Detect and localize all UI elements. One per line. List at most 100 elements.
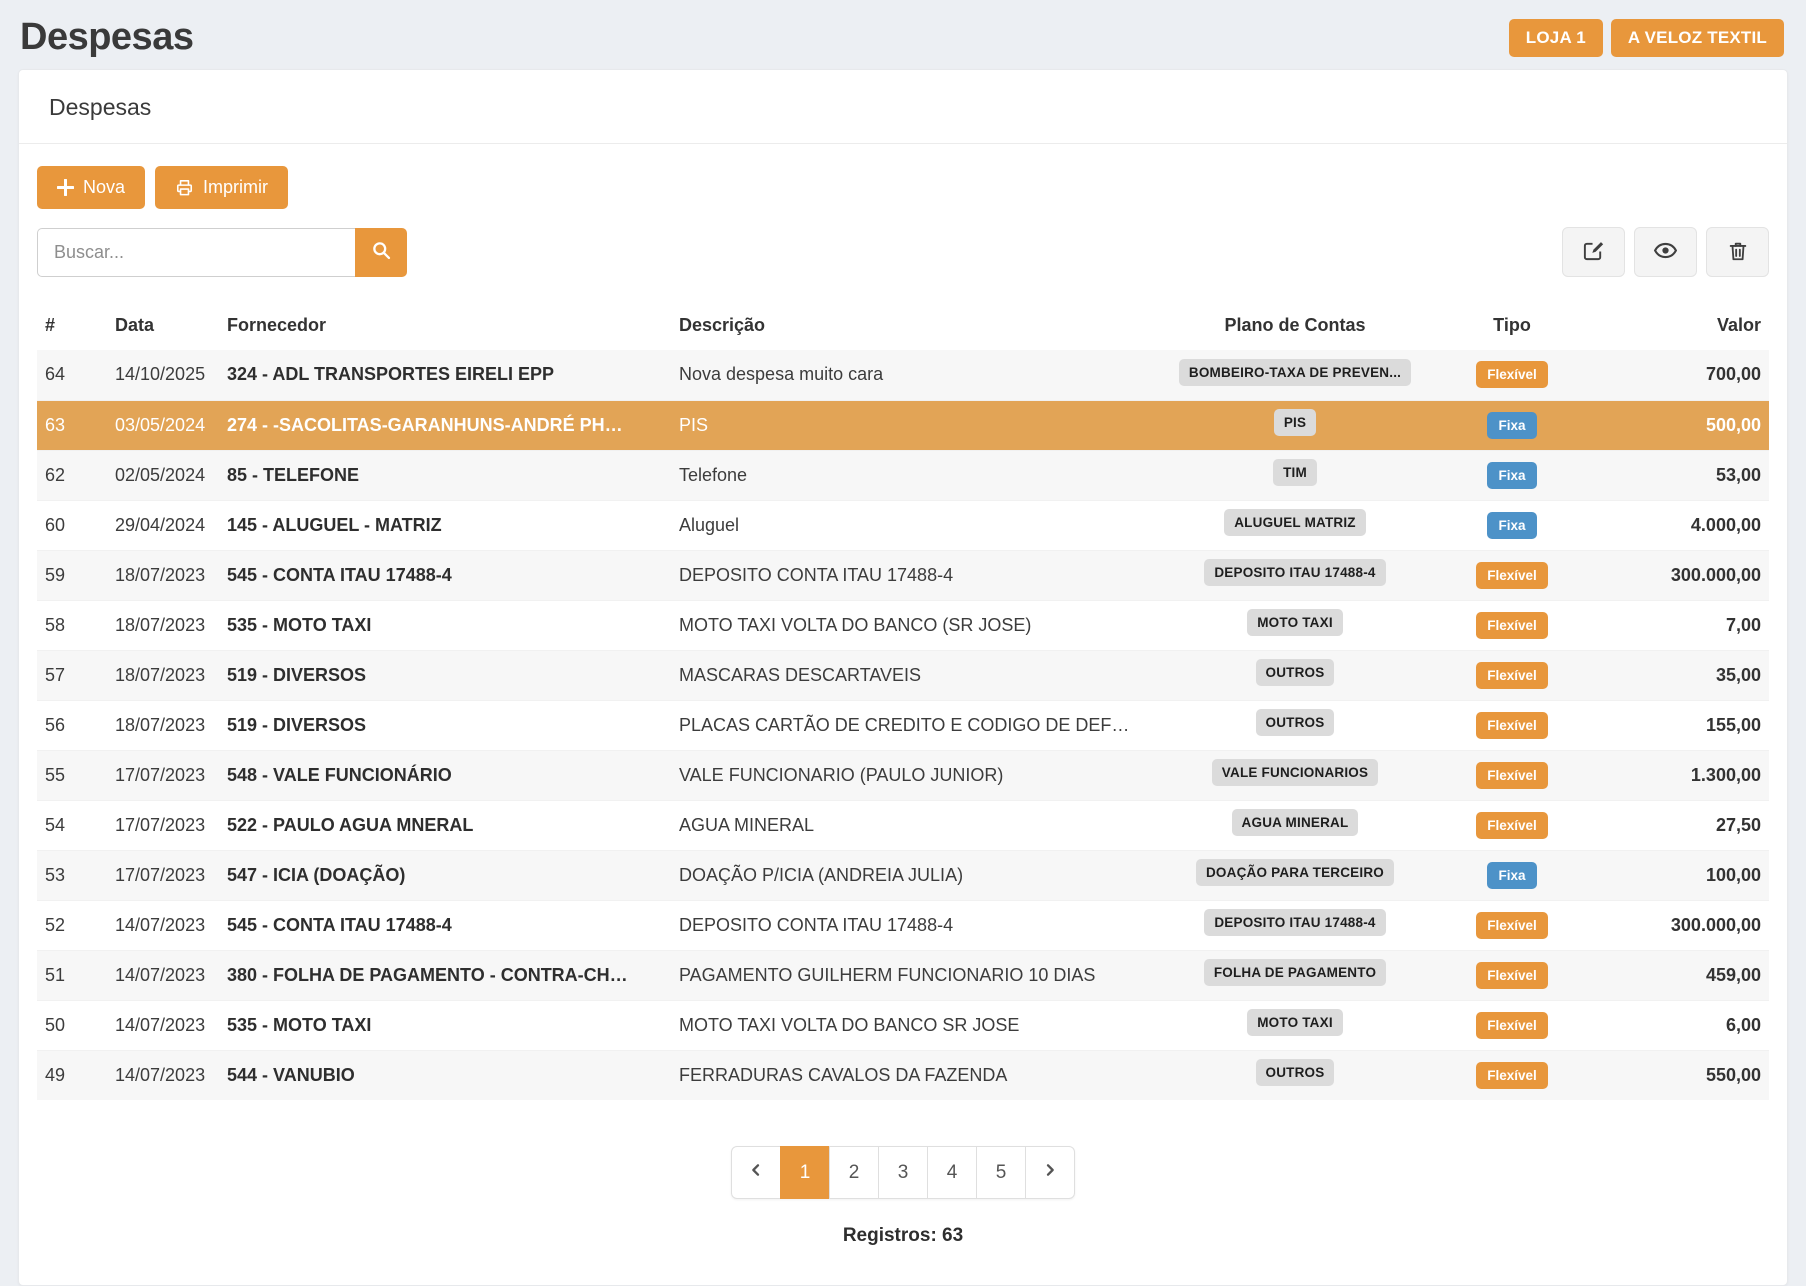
cell-id: 55 [37,750,107,800]
cell-tipo: Fixa [1441,850,1583,900]
table-row[interactable]: 5718/07/2023519 - DIVERSOSMASCARAS DESCA… [37,650,1769,700]
table-row[interactable]: 5517/07/2023548 - VALE FUNCIONÁRIOVALE F… [37,750,1769,800]
cell-tipo: Fixa [1441,450,1583,500]
cell-valor: 100,00 [1583,850,1769,900]
table-row[interactable]: 5918/07/2023545 - CONTA ITAU 17488-4DEPO… [37,550,1769,600]
table-row[interactable]: 5818/07/2023535 - MOTO TAXIMOTO TAXI VOL… [37,600,1769,650]
plano-de-contas-badge: DOAÇÃO PARA TERCEIRO [1196,859,1394,886]
table-row[interactable]: 5114/07/2023380 - FOLHA DE PAGAMENTO - C… [37,950,1769,1000]
pagination-prev-button[interactable] [731,1146,781,1199]
table-row[interactable]: 6202/05/202485 - TELEFONETelefoneTIMFixa… [37,450,1769,500]
nova-button[interactable]: Nova [37,166,145,209]
cell-tipo: Fixa [1441,500,1583,550]
cell-valor: 53,00 [1583,450,1769,500]
cell-fornecedor: 535 - MOTO TAXI [219,1000,671,1050]
plano-de-contas-badge: FOLHA DE PAGAMENTO [1204,959,1386,986]
pagination-page-5[interactable]: 5 [976,1146,1026,1199]
table-row[interactable]: 6029/04/2024145 - ALUGUEL - MATRIZAlugue… [37,500,1769,550]
cell-data: 02/05/2024 [107,450,219,500]
pagination-page-3[interactable]: 3 [878,1146,928,1199]
tipo-badge: Fixa [1487,462,1536,489]
cell-tipo: Flexível [1441,350,1583,400]
table-row[interactable]: 4914/07/2023544 - VANUBIOFERRADURAS CAVA… [37,1050,1769,1100]
cell-descricao: FERRADURAS CAVALOS DA FAZENDA [671,1050,1149,1100]
imprimir-button-label: Imprimir [203,177,268,198]
search-input[interactable] [37,228,355,277]
pagination-next-button[interactable] [1025,1146,1075,1199]
cell-fornecedor: 545 - CONTA ITAU 17488-4 [219,550,671,600]
cell-valor: 300.000,00 [1583,900,1769,950]
pagination-page-4[interactable]: 4 [927,1146,977,1199]
pagination-page-2[interactable]: 2 [829,1146,879,1199]
cell-fornecedor: 535 - MOTO TAXI [219,600,671,650]
cell-valor: 1.300,00 [1583,750,1769,800]
cell-id: 54 [37,800,107,850]
cell-plano: DOAÇÃO PARA TERCEIRO [1149,850,1441,900]
cell-descricao: DOAÇÃO P/ICIA (ANDREIA JULIA) [671,850,1149,900]
cell-valor: 300.000,00 [1583,550,1769,600]
table-row[interactable]: 6414/10/2025324 - ADL TRANSPORTES EIRELI… [37,350,1769,400]
cell-id: 49 [37,1050,107,1100]
table-row[interactable]: 5014/07/2023535 - MOTO TAXIMOTO TAXI VOL… [37,1000,1769,1050]
cell-plano: DEPOSITO ITAU 17488-4 [1149,550,1441,600]
cell-plano: OUTROS [1149,1050,1441,1100]
cell-data: 18/07/2023 [107,550,219,600]
loja-button[interactable]: LOJA 1 [1509,19,1603,57]
cell-data: 14/07/2023 [107,1050,219,1100]
cell-valor: 700,00 [1583,350,1769,400]
cell-plano: MOTO TAXI [1149,600,1441,650]
edit-button[interactable] [1562,227,1625,277]
cell-fornecedor: 545 - CONTA ITAU 17488-4 [219,900,671,950]
tipo-badge: Flexível [1476,562,1548,589]
plus-icon [57,179,74,196]
plano-de-contas-badge: TIM [1273,459,1317,486]
cell-data: 18/07/2023 [107,650,219,700]
cell-valor: 27,50 [1583,800,1769,850]
cell-tipo: Flexível [1441,700,1583,750]
cell-id: 58 [37,600,107,650]
tipo-badge: Flexível [1476,662,1548,689]
table-row[interactable]: 5317/07/2023547 - ICIA (DOAÇÃO)DOAÇÃO P/… [37,850,1769,900]
toolbar: Nova Imprimir [37,166,1769,209]
cell-data: 17/07/2023 [107,800,219,850]
pagination-page-1[interactable]: 1 [780,1146,830,1199]
chevron-left-icon [748,1162,764,1184]
cell-plano: BOMBEIRO-TAXA DE PREVEN... [1149,350,1441,400]
tipo-badge: Flexível [1476,1012,1548,1039]
delete-button[interactable] [1706,227,1769,277]
table-header: # Data Fornecedor Descrição Plano de Con… [37,303,1769,350]
cell-data: 29/04/2024 [107,500,219,550]
imprimir-button[interactable]: Imprimir [155,166,288,209]
cell-descricao: PAGAMENTO GUILHERM FUNCIONARIO 10 DIAS [671,950,1149,1000]
table-row[interactable]: 5417/07/2023522 - PAULO AGUA MNERALAGUA … [37,800,1769,850]
cell-fornecedor: 519 - DIVERSOS [219,700,671,750]
plano-de-contas-badge: MOTO TAXI [1247,1009,1343,1036]
cell-fornecedor: 324 - ADL TRANSPORTES EIRELI EPP [219,350,671,400]
cell-plano: OUTROS [1149,650,1441,700]
cell-descricao: VALE FUNCIONARIO (PAULO JUNIOR) [671,750,1149,800]
cell-plano: TIM [1149,450,1441,500]
cell-tipo: Flexível [1441,800,1583,850]
plano-de-contas-badge: OUTROS [1256,659,1335,686]
table-row[interactable]: 5214/07/2023545 - CONTA ITAU 17488-4DEPO… [37,900,1769,950]
plano-de-contas-badge: VALE FUNCIONARIOS [1212,759,1378,786]
cell-descricao: Aluguel [671,500,1149,550]
cell-tipo: Flexível [1441,900,1583,950]
table-row[interactable]: 5618/07/2023519 - DIVERSOSPLACAS CARTÃO … [37,700,1769,750]
tipo-badge: Fixa [1487,512,1536,539]
view-button[interactable] [1634,227,1697,277]
cell-valor: 459,00 [1583,950,1769,1000]
table-row[interactable]: 6303/05/2024274 - -SACOLITAS-GARANHUNS-A… [37,400,1769,450]
empresa-button[interactable]: A VELOZ TEXTIL [1611,19,1784,57]
search-button[interactable] [355,228,407,277]
cell-data: 18/07/2023 [107,700,219,750]
cell-descricao: PLACAS CARTÃO DE CREDITO E CODIGO DE DEF… [671,700,1149,750]
search-row [37,227,1769,277]
cell-plano: AGUA MINERAL [1149,800,1441,850]
cell-valor: 6,00 [1583,1000,1769,1050]
cell-tipo: Flexível [1441,750,1583,800]
cell-fornecedor: 274 - -SACOLITAS-GARANHUNS-ANDRÉ PH… [219,400,671,450]
cell-id: 53 [37,850,107,900]
cell-valor: 155,00 [1583,700,1769,750]
col-header-data: Data [107,303,219,350]
